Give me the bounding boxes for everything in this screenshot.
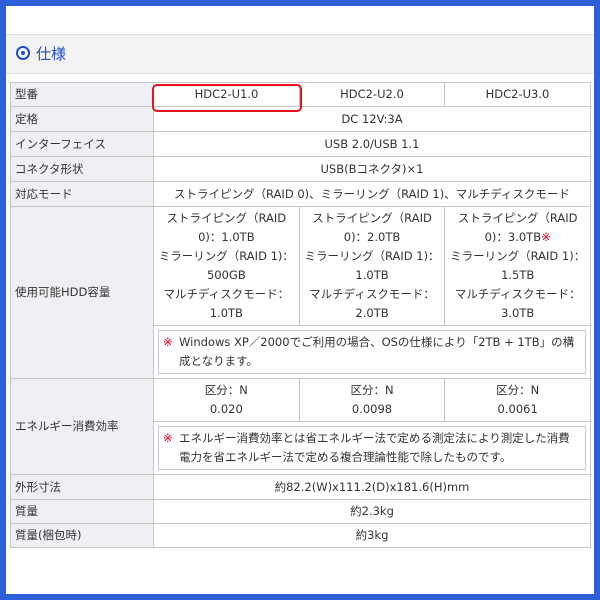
note-text: Windows XP／2000でご利用の場合、OSの仕様により「2TB + 1T… xyxy=(179,335,575,368)
dimensions-value: 約82.2(W)x111.2(D)x181.6(H)mm xyxy=(153,474,591,500)
capacity-cell: ストライピング（RAID 0)：1.0TB ミラーリング（RAID 1)：500… xyxy=(153,206,591,379)
page-frame: 仕様 型番 HDC2-U1.0 HDC2-U2.0 HDC2-U3.0 定格 D… xyxy=(6,6,594,594)
capacity-col: ストライピング（RAID 0)：1.0TB ミラーリング（RAID 1)：500… xyxy=(154,207,300,325)
row-label: コネクタ形状 xyxy=(10,156,154,182)
mirror-capacity: ミラーリング（RAID 1)：1.0TB xyxy=(304,249,440,282)
rating-value: DC 12V:3A xyxy=(153,106,591,132)
table-row: 使用可能HDD容量 ストライピング（RAID 0)：1.0TB ミラーリング（R… xyxy=(10,206,591,379)
multi-capacity: マルチディスクモード：2.0TB xyxy=(309,287,435,320)
multi-capacity: マルチディスクモード：1.0TB xyxy=(163,287,290,320)
capacity-grid: ストライピング（RAID 0)：1.0TB ミラーリング（RAID 1)：500… xyxy=(154,207,590,326)
table-row: 対応モード ストライピング（RAID 0)、ミラーリング（RAID 1)、マルチ… xyxy=(10,181,591,207)
model-cell: HDC2-U3.0 xyxy=(444,82,591,107)
energy-col: 区分：N 0.0098 xyxy=(300,379,446,421)
row-label: 対応モード xyxy=(10,181,154,207)
energy-cell: 区分：N 0.020 区分：N 0.0098 区分：N 0.0061 ※ エネル… xyxy=(153,378,591,475)
stripe-capacity-wrap: ストライピング（RAID 0)：3.0TB※ xyxy=(447,209,588,247)
mirror-capacity: ミラーリング（RAID 1)：1.5TB xyxy=(450,249,586,282)
section-header: 仕様 xyxy=(6,34,594,74)
mirror-capacity: ミラーリング（RAID 1)：500GB xyxy=(158,249,294,282)
row-label: 型番 xyxy=(10,82,154,107)
energy-class: 区分：N xyxy=(496,383,540,397)
row-label: 定格 xyxy=(10,106,154,132)
table-row: インターフェイス USB 2.0/USB 1.1 xyxy=(10,131,591,157)
energy-grid: 区分：N 0.020 区分：N 0.0098 区分：N 0.0061 xyxy=(154,379,590,422)
capacity-col: ストライピング（RAID 0)：3.0TB※ ミラーリング（RAID 1)：1.… xyxy=(445,207,590,325)
row-label: 質量 xyxy=(10,499,154,524)
capacity-note: ※ Windows XP／2000でご利用の場合、OSの仕様により「2TB + … xyxy=(158,330,586,374)
table-row: 外形寸法 約82.2(W)x111.2(D)x181.6(H)mm xyxy=(10,474,591,500)
table-row: 型番 HDC2-U1.0 HDC2-U2.0 HDC2-U3.0 xyxy=(10,82,591,107)
energy-value: 0.0061 xyxy=(497,402,538,416)
table-row: エネルギー消費効率 区分：N 0.020 区分：N 0.0098 区分：N 0.… xyxy=(10,378,591,475)
model-cell: HDC2-U2.0 xyxy=(299,82,445,107)
asterisk-mark: ※ xyxy=(163,431,173,445)
section-title: 仕様 xyxy=(36,45,67,63)
packed-weight-value: 約3kg xyxy=(153,523,591,548)
interface-value: USB 2.0/USB 1.1 xyxy=(153,131,591,157)
top-strip xyxy=(6,6,594,34)
energy-class: 区分：N xyxy=(350,383,394,397)
asterisk-mark: ※ xyxy=(541,230,551,244)
row-label: 質量(梱包時) xyxy=(10,523,154,548)
energy-value: 0.0098 xyxy=(351,402,393,416)
connector-value: USB(Bコネクタ)×1 xyxy=(153,156,591,182)
capacity-col: ストライピング（RAID 0)：2.0TB ミラーリング（RAID 1)：1.0… xyxy=(300,207,446,325)
stripe-capacity: ストライピング（RAID 0)：2.0TB xyxy=(312,211,432,244)
mode-value: ストライピング（RAID 0)、ミラーリング（RAID 1)、マルチディスクモー… xyxy=(153,181,591,207)
energy-col: 区分：N 0.020 xyxy=(154,379,300,421)
energy-note: ※ エネルギー消費効率とは省エネルギー法で定める測定法により測定した消費電力を省… xyxy=(158,426,586,470)
asterisk-mark: ※ xyxy=(163,335,173,349)
circle-bullet-icon xyxy=(16,46,30,60)
row-label: インターフェイス xyxy=(10,131,154,157)
stripe-capacity: ストライピング（RAID 0)：1.0TB xyxy=(166,211,287,244)
energy-value: 0.020 xyxy=(209,402,243,416)
energy-col: 区分：N 0.0061 xyxy=(445,379,590,421)
table-row: 質量(梱包時) 約3kg xyxy=(10,523,591,548)
weight-value: 約2.3kg xyxy=(153,499,591,524)
model-cell: HDC2-U1.0 xyxy=(153,82,300,107)
row-label: 使用可能HDD容量 xyxy=(10,206,154,379)
row-label: エネルギー消費効率 xyxy=(10,378,154,475)
row-label: 外形寸法 xyxy=(10,474,154,500)
multi-capacity: マルチディスクモード：3.0TB xyxy=(454,287,581,320)
spec-table: 型番 HDC2-U1.0 HDC2-U2.0 HDC2-U3.0 定格 DC 1… xyxy=(10,82,591,548)
note-text: エネルギー消費効率とは省エネルギー法で定める測定法により測定した消費電力を省エネ… xyxy=(179,431,570,464)
table-row: コネクタ形状 USB(Bコネクタ)×1 xyxy=(10,156,591,182)
table-row: 定格 DC 12V:3A xyxy=(10,106,591,132)
stripe-capacity: ストライピング（RAID 0)：3.0TB xyxy=(457,211,578,244)
table-row: 質量 約2.3kg xyxy=(10,499,591,524)
energy-class: 区分：N xyxy=(204,383,248,397)
